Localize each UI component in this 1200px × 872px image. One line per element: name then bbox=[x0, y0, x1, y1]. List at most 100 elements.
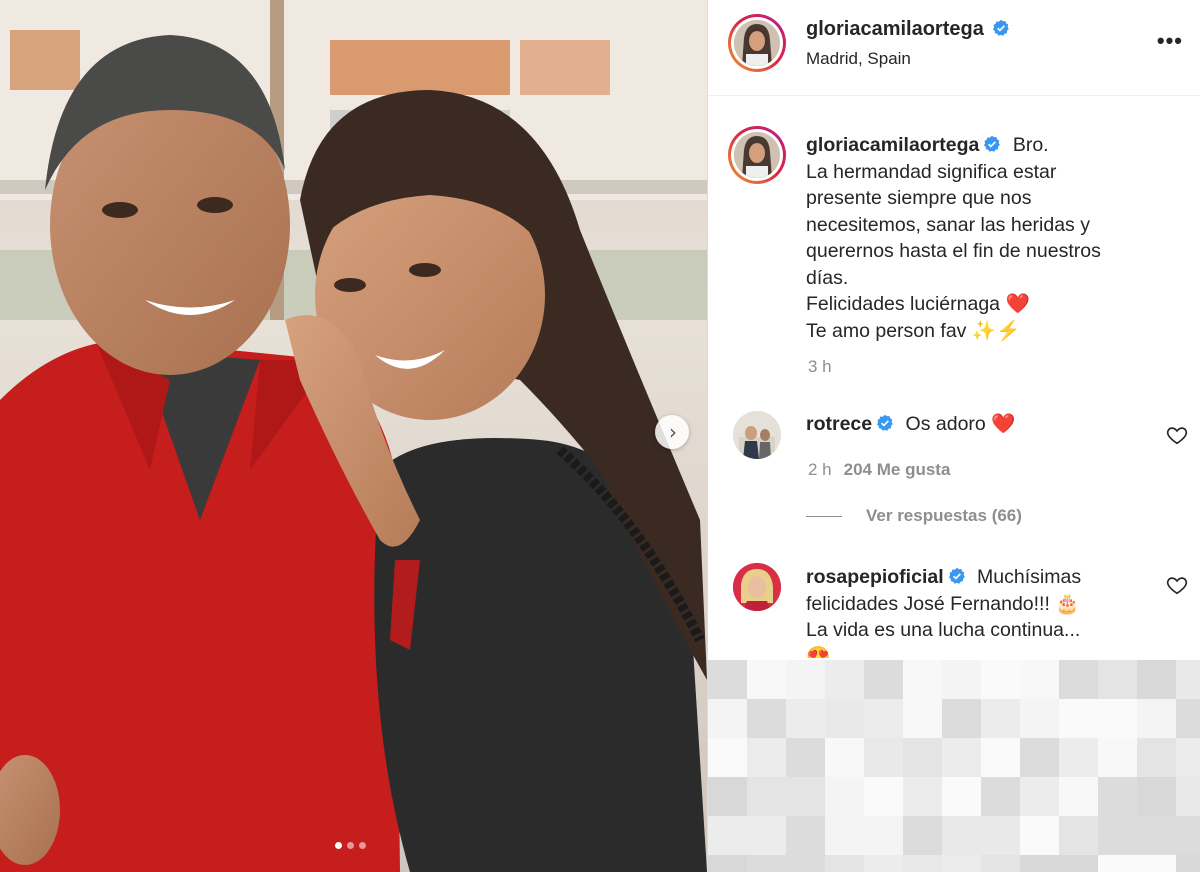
pixel-cell bbox=[1137, 699, 1176, 738]
comment-meta: 2 h 204 Me gusta bbox=[808, 460, 950, 480]
caption-line: presente siempre que nos bbox=[806, 187, 1032, 209]
pixel-cell bbox=[981, 738, 1020, 777]
post-location[interactable]: Madrid, Spain bbox=[806, 49, 911, 69]
heart-icon[interactable] bbox=[1166, 424, 1188, 446]
pixel-cell bbox=[708, 660, 747, 699]
comment-line: La vida es una lucha continua... bbox=[806, 619, 1081, 641]
pixel-cell bbox=[942, 777, 981, 816]
pixel-cell bbox=[1020, 855, 1059, 872]
comment-body: rotrece Os adoro ❤️ bbox=[806, 411, 1146, 438]
pixel-cell bbox=[1098, 699, 1137, 738]
pixel-cell bbox=[1098, 777, 1137, 816]
replies-divider bbox=[806, 515, 842, 517]
author-avatar-image bbox=[734, 20, 780, 66]
author-username[interactable]: gloriacamilaortega bbox=[806, 18, 984, 40]
comment-line-clipped: 😍 bbox=[806, 644, 1151, 658]
pixel-cell bbox=[903, 660, 942, 699]
caption-author-avatar[interactable] bbox=[728, 126, 786, 184]
pixel-cell bbox=[786, 777, 825, 816]
caption-timestamp[interactable]: 3 h bbox=[808, 357, 832, 377]
carousel-indicator bbox=[335, 842, 366, 849]
caption-line: necesitemos, sanar las heridas y bbox=[806, 213, 1090, 236]
more-options-icon[interactable]: ••• bbox=[1157, 28, 1183, 54]
post-photo[interactable]: › bbox=[0, 0, 707, 872]
pixel-cell bbox=[1059, 855, 1098, 872]
post-header: gloriacamilaortega Madrid, Spain ••• bbox=[708, 0, 1200, 96]
comment-username[interactable]: rotrece bbox=[806, 413, 872, 435]
comment-avatar[interactable] bbox=[733, 563, 781, 611]
pixel-cell bbox=[1176, 699, 1200, 738]
pixel-cell bbox=[825, 660, 864, 699]
pixel-cell bbox=[786, 816, 825, 855]
pixel-cell bbox=[942, 855, 981, 872]
comment-timestamp[interactable]: 2 h bbox=[808, 460, 832, 479]
pixel-cell bbox=[864, 855, 903, 872]
pixel-cell bbox=[903, 699, 942, 738]
pixel-cell bbox=[747, 777, 786, 816]
verified-badge-icon bbox=[984, 135, 1001, 152]
pixel-cell bbox=[1176, 816, 1200, 855]
caption-line: La hermandad significa estar bbox=[806, 160, 1057, 183]
pixel-cell bbox=[1059, 660, 1098, 699]
pixel-cell bbox=[942, 738, 981, 777]
author-avatar[interactable] bbox=[728, 14, 786, 72]
pixel-cell bbox=[825, 699, 864, 738]
pixel-cell bbox=[1020, 777, 1059, 816]
pixel-cell bbox=[864, 699, 903, 738]
pixel-cell bbox=[864, 816, 903, 855]
pixel-cell bbox=[981, 699, 1020, 738]
pixel-cell bbox=[1137, 660, 1176, 699]
pixel-cell bbox=[1020, 816, 1059, 855]
post-side-panel: gloriacamilaortega Madrid, Spain ••• glo… bbox=[707, 0, 1200, 872]
carousel-dot bbox=[359, 842, 366, 849]
caption-first-line: gloriacamilaortega Bro. bbox=[806, 132, 1176, 159]
pixel-cell bbox=[747, 660, 786, 699]
pixel-cell bbox=[708, 777, 747, 816]
pixel-cell bbox=[1059, 738, 1098, 777]
view-replies-button[interactable]: Ver respuestas (66) bbox=[806, 506, 1022, 526]
comment-likes[interactable]: 204 Me gusta bbox=[844, 460, 951, 479]
pixel-cell bbox=[1098, 816, 1137, 855]
pixel-cell bbox=[903, 855, 942, 872]
pixel-cell bbox=[825, 777, 864, 816]
pixel-cell bbox=[825, 855, 864, 872]
pixel-cell bbox=[708, 699, 747, 738]
pixel-cell bbox=[1059, 816, 1098, 855]
pixel-cell bbox=[1137, 855, 1176, 872]
pixel-cell bbox=[1176, 738, 1200, 777]
verified-badge-icon bbox=[993, 19, 1010, 36]
pixel-cell bbox=[1176, 855, 1200, 872]
pixel-cell bbox=[1020, 699, 1059, 738]
photo-scene bbox=[0, 0, 707, 872]
comment-line: 😍 bbox=[806, 645, 831, 658]
pixel-cell bbox=[1137, 777, 1176, 816]
pixel-cell bbox=[1020, 660, 1059, 699]
pixel-cell bbox=[942, 699, 981, 738]
post-caption: gloriacamilaortega Bro. La hermandad sig… bbox=[806, 132, 1176, 344]
pixel-cell bbox=[1059, 777, 1098, 816]
pixel-cell bbox=[981, 855, 1020, 872]
pixel-cell bbox=[864, 660, 903, 699]
pixel-cell bbox=[1059, 699, 1098, 738]
caption-line: querernos hasta el fin de nuestros bbox=[806, 240, 1101, 262]
pixel-cell bbox=[825, 738, 864, 777]
comment-avatar[interactable] bbox=[733, 411, 781, 459]
comment-username[interactable]: rosapepioficial bbox=[806, 566, 944, 588]
pixel-cell bbox=[1137, 738, 1176, 777]
view-replies-label: Ver respuestas (66) bbox=[866, 506, 1022, 525]
caption-username[interactable]: gloriacamilaortega bbox=[806, 134, 979, 156]
caption-line: Te amo person fav ✨⚡ bbox=[806, 319, 1021, 342]
heart-icon[interactable] bbox=[1166, 574, 1188, 596]
caption-line: Felicidades luciérnaga ❤️ bbox=[806, 293, 1030, 315]
chevron-right-icon: › bbox=[669, 420, 677, 444]
caption-avatar-image bbox=[734, 132, 780, 178]
pixel-cell bbox=[786, 699, 825, 738]
pixel-cell bbox=[747, 816, 786, 855]
carousel-next-button[interactable]: › bbox=[655, 415, 689, 449]
pixel-cell bbox=[903, 816, 942, 855]
pixel-cell bbox=[1020, 738, 1059, 777]
verified-badge-icon bbox=[877, 414, 893, 431]
pixel-cell bbox=[786, 738, 825, 777]
pixel-cell bbox=[1176, 660, 1200, 699]
pixel-cell bbox=[786, 855, 825, 872]
